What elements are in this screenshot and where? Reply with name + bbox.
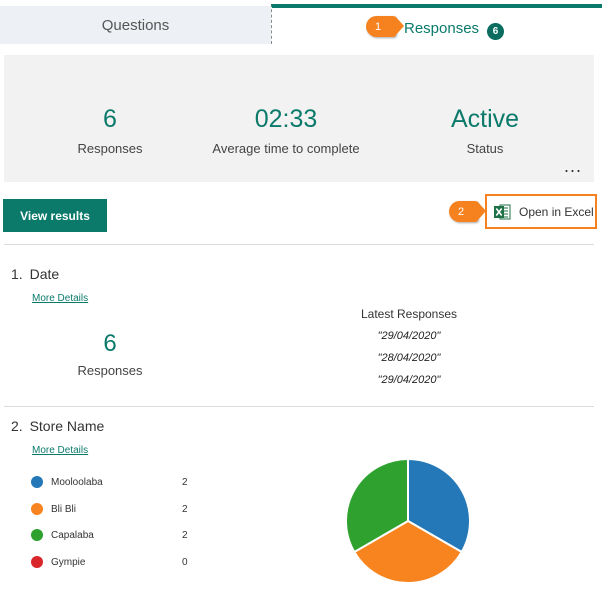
- store-name-pie-chart: [345, 457, 471, 584]
- divider: [4, 406, 594, 407]
- divider: [4, 244, 594, 245]
- legend-swatch: [31, 529, 43, 541]
- tab-responses[interactable]: Responses 6: [271, 4, 602, 44]
- legend-swatch: [31, 503, 43, 515]
- question-1-response-count: 6 Responses: [70, 330, 150, 378]
- legend-label: Mooloolaba: [51, 476, 103, 488]
- excel-icon: [493, 203, 511, 221]
- view-results-button[interactable]: View results: [3, 199, 107, 232]
- question-2-more-details-link[interactable]: More Details: [32, 445, 88, 456]
- question-1-number: 1.: [11, 266, 23, 282]
- average-time-value: 02:33: [254, 105, 318, 133]
- legend-item-bli-bli: Bli Bli 2: [31, 501, 191, 517]
- summary-panel: 6 Responses 02:33 Average time to comple…: [4, 55, 594, 182]
- legend-count: 2: [182, 503, 188, 515]
- legend-label: Capalaba: [51, 529, 94, 541]
- status-stat: Active Status: [420, 105, 550, 156]
- more-icon[interactable]: ...: [564, 157, 582, 175]
- responses-stat-caption: Responses: [77, 141, 143, 156]
- legend-count: 2: [182, 529, 188, 541]
- tab-responses-label: Responses: [404, 20, 480, 37]
- legend-label: Bli Bli: [51, 503, 77, 515]
- legend-label: Gympie: [51, 556, 86, 568]
- question-2-number: 2.: [11, 418, 23, 434]
- question-2-text: Store Name: [29, 418, 105, 434]
- responses-count-badge: 6: [487, 23, 504, 40]
- question-1-count-value: 6: [103, 330, 117, 357]
- legend-item-mooloolaba: Mooloolaba 2: [31, 474, 191, 490]
- tab-questions[interactable]: Questions: [0, 6, 271, 44]
- callout-step-1: 1: [366, 16, 404, 37]
- average-time-stat: 02:33 Average time to complete: [186, 105, 386, 156]
- latest-responses: Latest Responses "29/04/2020" "28/04/202…: [346, 307, 472, 396]
- status-caption: Status: [466, 141, 504, 156]
- question-1-text: Date: [29, 266, 60, 282]
- question-1-title: 1. Date: [11, 266, 59, 282]
- latest-responses-heading: Latest Responses: [360, 307, 458, 321]
- question-1-count-caption: Responses: [77, 363, 143, 378]
- tab-bar: Questions Responses 6: [0, 0, 602, 44]
- latest-response-item: "28/04/2020": [377, 352, 441, 364]
- legend-count: 0: [182, 556, 188, 568]
- question-1-more-details-link[interactable]: More Details: [32, 293, 88, 304]
- legend-count: 2: [182, 476, 188, 488]
- latest-response-item: "29/04/2020": [377, 330, 441, 342]
- status-value: Active: [450, 105, 520, 133]
- legend-item-gympie: Gympie 0: [31, 554, 191, 570]
- callout-step-2: 2: [449, 201, 486, 222]
- open-in-excel-button[interactable]: Open in Excel: [485, 194, 597, 229]
- latest-response-item: "29/04/2020": [377, 374, 441, 386]
- legend-swatch: [31, 556, 43, 568]
- legend-item-capalaba: Capalaba 2: [31, 527, 191, 543]
- open-in-excel-label: Open in Excel: [519, 204, 594, 219]
- responses-stat-value: 6: [103, 105, 117, 133]
- average-time-caption: Average time to complete: [212, 141, 360, 156]
- tab-questions-label: Questions: [101, 16, 170, 34]
- responses-stat: 6 Responses: [60, 105, 160, 156]
- question-2-title: 2. Store Name: [11, 418, 104, 434]
- legend-swatch: [31, 476, 43, 488]
